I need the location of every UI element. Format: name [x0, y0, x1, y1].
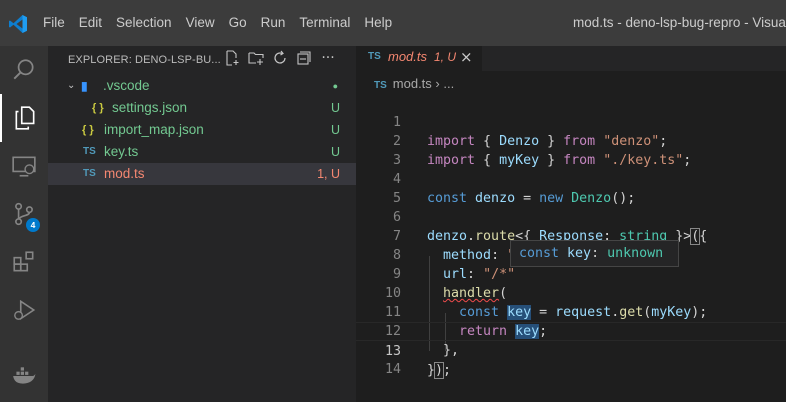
json-icon: { } — [92, 102, 104, 114]
chevron-down-icon: ⌄ — [67, 80, 76, 91]
tree-item-label: import_map.json — [104, 122, 204, 137]
new-file-icon[interactable] — [224, 50, 240, 66]
extensions-icon — [13, 251, 34, 272]
run-debug-activity[interactable] — [0, 286, 48, 334]
typescript-icon: TS — [83, 168, 96, 179]
git-status: 1, U — [317, 167, 340, 181]
code-line: 11 return key; — [356, 284, 786, 339]
code-line: 12 }, — [356, 303, 786, 358]
tree-item-label: settings.json — [112, 100, 188, 115]
code-line: 10 const key = request.get(myKey); — [356, 265, 786, 320]
menu-run[interactable]: Run — [254, 0, 293, 46]
code-line: 1 import { Denzo } from "denzo"; — [356, 94, 786, 149]
git-status: U — [330, 101, 340, 115]
hover-tooltip: const key: unknown — [510, 240, 679, 267]
docker-activity[interactable] — [0, 352, 48, 400]
collapse-all-icon[interactable] — [296, 50, 312, 66]
modified-dot: ● — [332, 81, 338, 91]
code-line: 2 import { myKey } from "./key.ts"; — [356, 113, 786, 168]
explorer-title: EXPLORER: DENO-LSP-BU... — [68, 54, 221, 66]
files-icon — [15, 106, 35, 130]
json-icon: { } — [82, 124, 94, 136]
menu-help[interactable]: Help — [357, 0, 399, 46]
menu-bar: File Edit Selection View Go Run Terminal… — [36, 0, 399, 46]
typescript-icon: TS — [368, 51, 381, 62]
explorer-header: EXPLORER: DENO-LSP-BU... ··· — [48, 48, 356, 70]
code-line: 4 const denzo = new Denzo(); — [356, 151, 786, 206]
search-activity[interactable] — [0, 46, 48, 94]
breadcrumb-file[interactable]: mod.ts — [393, 76, 432, 91]
code-line: 14 — [356, 341, 786, 377]
tab-mod-ts[interactable]: TS mod.ts 1, U × — [356, 46, 482, 71]
extensions-activity[interactable] — [0, 238, 48, 286]
code-line-current: 13 }); — [356, 322, 786, 379]
breadcrumb: TS mod.ts › ... — [374, 76, 454, 96]
breadcrumb-separator: › — [435, 76, 440, 91]
editor-area: TS mod.ts 1, U × TS mod.ts › ... 1 import… — [356, 46, 786, 402]
tree-item-label: mod.ts — [104, 166, 145, 181]
code-line: 3 — [356, 132, 786, 168]
docker-icon — [13, 367, 36, 384]
vscode-logo-icon — [9, 15, 27, 33]
menu-terminal[interactable]: Terminal — [292, 0, 357, 46]
vscode-folder-icon: ▮ — [81, 79, 88, 93]
search-icon — [13, 59, 34, 80]
window-title: mod.ts - deno-lsp-bug-repro - Visua — [573, 15, 786, 30]
more-actions-icon[interactable]: ··· — [320, 50, 336, 66]
remote-explorer-icon — [12, 156, 36, 177]
typescript-icon: TS — [83, 146, 96, 157]
scm-badge: 4 — [26, 218, 40, 232]
menu-file[interactable]: File — [36, 0, 72, 46]
menu-go[interactable]: Go — [222, 0, 254, 46]
git-status: U — [330, 123, 340, 137]
tab-label: mod.ts — [388, 49, 428, 64]
tree-file-key-ts[interactable]: TS key.ts U — [48, 141, 356, 163]
menu-view[interactable]: View — [179, 0, 222, 46]
breadcrumb-symbol[interactable]: ... — [443, 76, 454, 91]
line-number: 14 — [384, 362, 401, 377]
menu-edit[interactable]: Edit — [72, 0, 109, 46]
tree-file-import-map-json[interactable]: { } import_map.json U — [48, 119, 356, 141]
explorer-activity[interactable] — [0, 94, 48, 142]
code-line: 5 — [356, 170, 786, 206]
run-debug-icon — [14, 299, 36, 321]
tree-file-mod-ts[interactable]: TS mod.ts 1, U — [48, 163, 356, 185]
new-folder-icon[interactable] — [248, 50, 264, 66]
typescript-icon: TS — [374, 80, 387, 91]
refresh-icon[interactable] — [272, 50, 288, 66]
title-bar: File Edit Selection View Go Run Terminal… — [0, 0, 786, 46]
menu-selection[interactable]: Selection — [109, 0, 179, 46]
activity-bar: 4 — [0, 46, 48, 402]
code-line: 7 method: "GET", — [356, 208, 786, 263]
tree-folder-vscode[interactable]: ⌄ ▮ .vscode ● — [48, 75, 356, 97]
tab-status: 1, U — [434, 50, 457, 64]
source-control-activity[interactable]: 4 — [0, 190, 48, 238]
tree-item-label: key.ts — [104, 144, 139, 159]
tree-file-settings-json[interactable]: { } settings.json U — [48, 97, 356, 119]
tab-bar: TS mod.ts 1, U × — [356, 46, 786, 71]
tree-item-label: .vscode — [103, 78, 150, 93]
explorer-sidebar: EXPLORER: DENO-LSP-BU... ··· ⌄ ▮ .vscode… — [48, 46, 356, 402]
code-line: 6 denzo.route<{ Response: string }>({ — [356, 189, 786, 245]
git-status: U — [330, 145, 340, 159]
close-icon[interactable]: × — [460, 48, 473, 66]
remote-explorer-activity[interactable] — [0, 142, 48, 190]
